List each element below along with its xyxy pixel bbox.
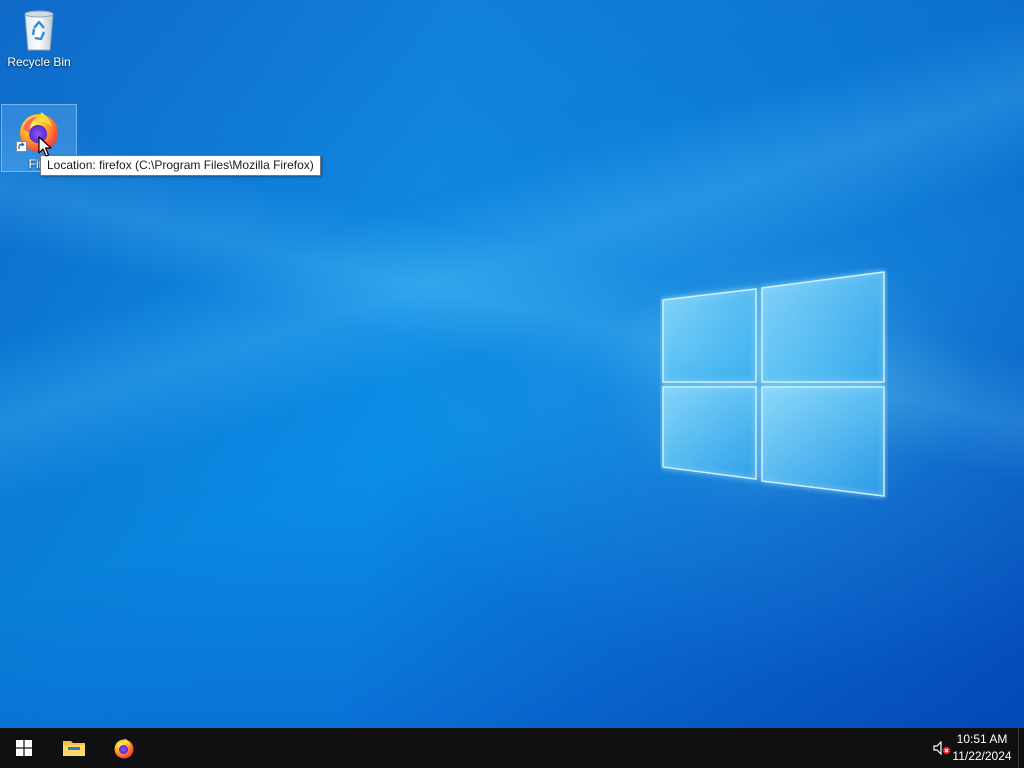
folder-icon: [63, 741, 85, 756]
taskbar: 10:51 AM 11/22/2024: [0, 728, 1024, 768]
desktop-icon-label: Recycle Bin: [7, 55, 71, 69]
desktop-icon-recycle-bin[interactable]: Recycle Bin: [1, 4, 77, 72]
show-desktop-button[interactable]: [1018, 728, 1024, 768]
mouse-cursor-icon: [38, 136, 52, 157]
clock-time: 10:51 AM: [956, 732, 1008, 746]
windows-icon: [16, 740, 32, 756]
taskbar-firefox[interactable]: [100, 728, 148, 768]
taskbar-clock[interactable]: 10:51 AM 11/22/2024: [946, 731, 1018, 765]
shortcut-arrow-icon: [16, 141, 27, 152]
start-button[interactable]: [0, 728, 48, 768]
tooltip: Location: firefox (C:\Program Files\Mozi…: [40, 155, 321, 176]
firefox-icon: [114, 738, 134, 759]
taskbar-file-explorer[interactable]: [50, 728, 98, 768]
desktop[interactable]: Recycle Bin Fire Location: firefox (C:\P…: [0, 0, 1024, 728]
wallpaper-windows-logo: [662, 271, 885, 497]
recycle-bin-icon: [24, 10, 54, 51]
clock-date: 11/22/2024: [952, 749, 1012, 763]
